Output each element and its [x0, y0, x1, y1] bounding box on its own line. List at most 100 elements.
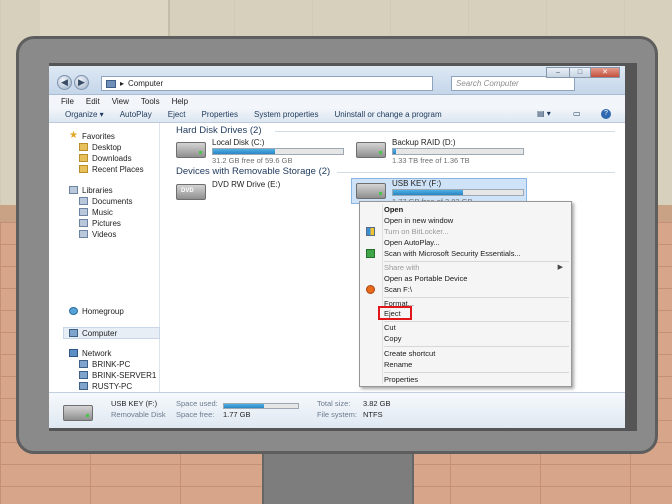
- menu-item-cut[interactable]: Cut: [384, 323, 396, 333]
- sidebar-item-desktop[interactable]: Desktop: [79, 142, 121, 152]
- network-pc-icon: [79, 360, 88, 368]
- sidebar-item-computer[interactable]: Computer: [69, 328, 117, 338]
- sidebar-item-downloads[interactable]: Downloads: [79, 153, 132, 163]
- preview-pane-icon[interactable]: ▭: [573, 109, 581, 121]
- menu-item-eject[interactable]: Eject: [384, 309, 401, 319]
- search-input[interactable]: Search Computer: [451, 76, 575, 91]
- hard-disk-drives-header[interactable]: Hard Disk Drives (2): [176, 125, 262, 137]
- menu-tools[interactable]: Tools: [141, 97, 160, 106]
- usb-drive-icon: [356, 183, 386, 199]
- menu-item-copy[interactable]: Copy: [384, 334, 402, 344]
- context-menu-gutter: [382, 204, 383, 384]
- maximize-button[interactable]: □: [569, 67, 591, 78]
- address-bar[interactable]: ▸ Computer: [101, 76, 433, 91]
- menu-item-open[interactable]: Open: [384, 205, 403, 215]
- title-bar: ◀ ▶ ▸ Computer Search Computer – □ ✕: [49, 66, 625, 95]
- close-button[interactable]: ✕: [590, 67, 620, 78]
- computer-icon: [69, 329, 78, 337]
- sidebar-item-music[interactable]: Music: [79, 207, 113, 217]
- scan-icon: [366, 285, 375, 294]
- menu-separator: [384, 372, 569, 373]
- menu-separator: [384, 346, 569, 347]
- sidebar-item-recent-places[interactable]: Recent Places: [79, 164, 144, 174]
- drive-backup-raid-d[interactable]: Backup RAID (D:) 1.33 TB free of 1.36 TB: [356, 138, 524, 165]
- system-properties-button[interactable]: System properties: [254, 110, 318, 119]
- sidebar-item-label: Pictures: [92, 218, 121, 228]
- drive-dvd-rw-e[interactable]: DVD RW Drive (E:): [176, 180, 280, 200]
- menu-item-scan-mse[interactable]: Scan with Microsoft Security Essentials.…: [384, 249, 521, 259]
- monitor-stand: [262, 452, 414, 504]
- sidebar-item-label: BRINK-PC: [92, 359, 131, 369]
- explorer-window: ◀ ▶ ▸ Computer Search Computer – □ ✕ Fil…: [49, 66, 625, 428]
- menu-item-share-with[interactable]: Share with: [384, 263, 419, 273]
- network-pc-icon: [79, 382, 88, 390]
- minimize-button[interactable]: –: [546, 67, 570, 78]
- sidebar-item-label: Documents: [92, 196, 133, 206]
- bitlocker-icon: [366, 227, 375, 236]
- details-space-used-label: Space used:: [176, 399, 218, 408]
- properties-button[interactable]: Properties: [202, 110, 238, 119]
- computer-icon: [106, 79, 116, 88]
- menu-item-rename[interactable]: Rename: [384, 360, 412, 370]
- sidebar-item-label: BRINK-SERVER1: [92, 370, 157, 380]
- drive-local-disk-c[interactable]: Local Disk (C:) 31.2 GB free of 59.6 GB: [176, 138, 344, 165]
- network-pc-icon: [79, 371, 88, 379]
- menu-item-open-portable-device[interactable]: Open as Portable Device: [384, 274, 467, 284]
- recent-places-icon: [79, 165, 88, 173]
- removable-storage-header[interactable]: Devices with Removable Storage (2): [176, 166, 330, 178]
- sidebar-item-brink-server1[interactable]: BRINK-SERVER1: [79, 370, 156, 380]
- uninstall-program-button[interactable]: Uninstall or change a program: [334, 110, 441, 119]
- star-icon: ★: [69, 130, 78, 141]
- menu-separator: [384, 297, 569, 298]
- sidebar-item-label: Desktop: [92, 142, 122, 152]
- help-icon[interactable]: ?: [601, 109, 611, 119]
- autoplay-button[interactable]: AutoPlay: [120, 110, 152, 119]
- drive-usage-fill: [213, 149, 276, 154]
- dvd-drive-icon: [176, 184, 206, 200]
- sidebar-item-label: Network: [82, 348, 112, 358]
- sidebar-item-label: Computer: [82, 328, 118, 338]
- menu-file[interactable]: File: [61, 97, 74, 106]
- sidebar-item-label: Downloads: [92, 153, 132, 163]
- menu-item-open-new-window[interactable]: Open in new window: [384, 216, 453, 226]
- menu-item-create-shortcut[interactable]: Create shortcut: [384, 349, 435, 359]
- sidebar-item-homegroup[interactable]: Homegroup: [69, 306, 124, 316]
- sidebar-item-rusty-pc[interactable]: RUSTY-PC: [79, 381, 132, 391]
- menu-item-bitlocker[interactable]: Turn on BitLocker...: [384, 227, 449, 237]
- maximize-icon: □: [577, 69, 583, 76]
- back-button[interactable]: ◀: [57, 75, 72, 90]
- drive-usage-fill: [393, 190, 464, 195]
- forward-button[interactable]: ▶: [74, 75, 89, 90]
- drive-name: DVD RW Drive (E:): [212, 180, 281, 189]
- sidebar-item-pictures[interactable]: Pictures: [79, 218, 121, 228]
- menu-item-scan-drive[interactable]: Scan F:\: [384, 285, 412, 295]
- drive-name: Backup RAID (D:): [392, 138, 456, 147]
- sidebar-item-libraries[interactable]: Libraries: [69, 185, 113, 195]
- menu-item-properties[interactable]: Properties: [384, 375, 418, 385]
- menu-bar: File Edit View Tools Help: [49, 95, 625, 107]
- menu-item-format[interactable]: Format...: [384, 299, 414, 309]
- sidebar-item-network[interactable]: Network: [69, 348, 111, 358]
- view-options-icon[interactable]: ▤ ▾: [537, 109, 551, 121]
- details-file-system-value: NTFS: [363, 410, 383, 419]
- sidebar-item-brink-pc[interactable]: BRINK-PC: [79, 359, 130, 369]
- libraries-icon: [69, 186, 78, 194]
- organize-button[interactable]: Organize ▾: [65, 110, 104, 119]
- details-total-size-label: Total size:: [317, 399, 351, 408]
- details-space-free-label: Space free:: [176, 410, 215, 419]
- close-icon: ✕: [602, 69, 608, 76]
- sidebar-item-documents[interactable]: Documents: [79, 196, 132, 206]
- minimize-icon: –: [556, 69, 560, 76]
- sidebar-item-videos[interactable]: Videos: [79, 229, 116, 239]
- details-drive-name: USB KEY (F:): [111, 399, 158, 408]
- homegroup-icon: [69, 307, 78, 315]
- sidebar-item-label: Videos: [92, 229, 117, 239]
- sidebar-item-favorites[interactable]: ★ Favorites: [69, 131, 115, 141]
- menu-help[interactable]: Help: [172, 97, 188, 106]
- eject-toolbar-button[interactable]: Eject: [168, 110, 186, 119]
- group-divider: [337, 172, 615, 173]
- menu-view[interactable]: View: [112, 97, 129, 106]
- menu-item-open-autoplay[interactable]: Open AutoPlay...: [384, 238, 440, 248]
- music-icon: [79, 208, 88, 216]
- menu-edit[interactable]: Edit: [86, 97, 100, 106]
